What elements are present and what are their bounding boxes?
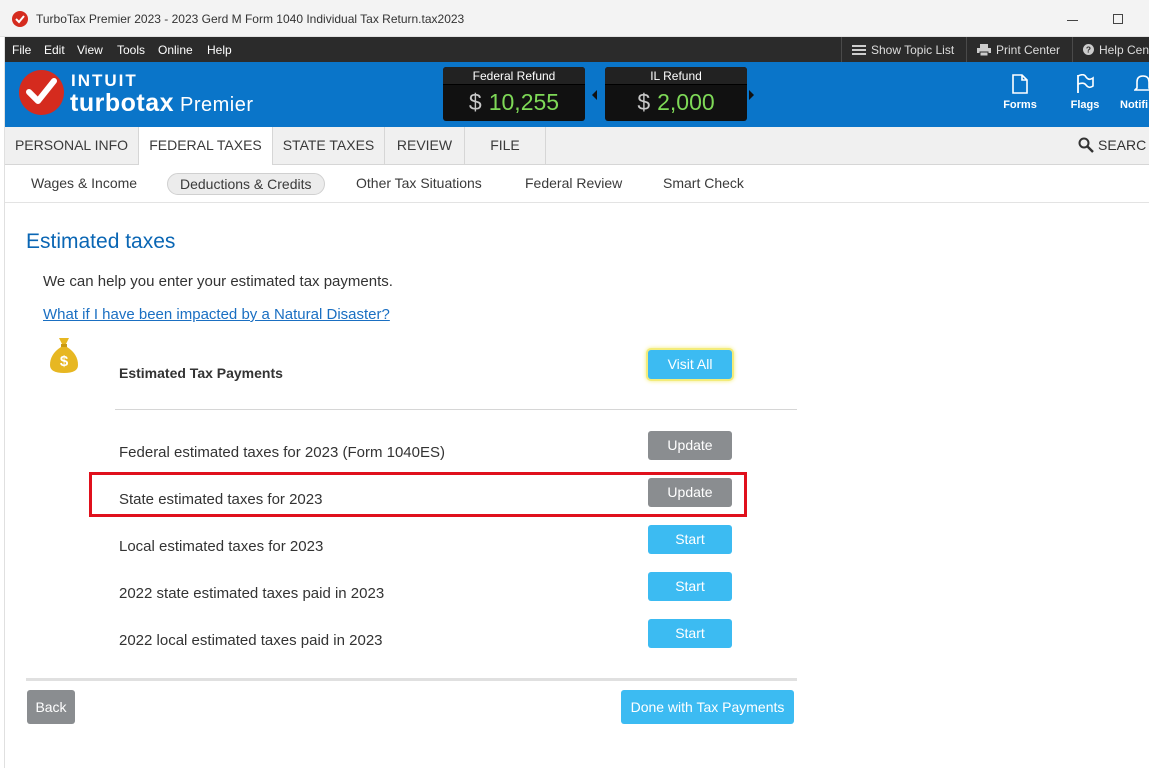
edition-label: Premier xyxy=(180,94,254,116)
subtab-deductions-credits[interactable]: Deductions & Credits xyxy=(167,173,325,195)
minimize-button[interactable] xyxy=(1066,8,1080,24)
menu-bar: File Edit View Tools Online Help Show To… xyxy=(5,37,1149,62)
federal-estimated-update-button[interactable]: Update xyxy=(648,431,732,460)
notifications-label: Notifi xyxy=(1120,99,1149,111)
tab-state-taxes[interactable]: STATE TAXES xyxy=(273,127,385,165)
help-center-button[interactable]: ? Help Cen xyxy=(1072,37,1149,62)
menu-online[interactable]: Online xyxy=(158,43,193,57)
turbotax-logo-icon xyxy=(19,70,64,115)
svg-text:?: ? xyxy=(1086,44,1091,54)
federal-estimated-label: Federal estimated taxes for 2023 (Form 1… xyxy=(119,444,445,461)
prior-local-estimated-start-button[interactable]: Start xyxy=(648,619,732,648)
state-refund-amount: $2,000 xyxy=(637,89,715,115)
printer-icon xyxy=(977,43,991,56)
subtab-federal-review[interactable]: Federal Review xyxy=(525,173,622,195)
main-tab-bar: PERSONAL INFO FEDERAL TAXES STATE TAXES … xyxy=(5,127,1149,166)
maximize-button[interactable] xyxy=(1113,14,1123,24)
federal-refund-label: Federal Refund xyxy=(443,67,585,85)
subtab-other-tax-situations[interactable]: Other Tax Situations xyxy=(356,173,482,195)
app-header: INTUIT turbotax Premier Federal Refund $1… xyxy=(5,62,1149,127)
menu-file[interactable]: File xyxy=(12,43,31,57)
help-icon: ? xyxy=(1083,44,1094,55)
footer-divider xyxy=(26,678,797,681)
intuit-brand: INTUIT xyxy=(71,71,138,90)
refund-scroll-right-icon[interactable] xyxy=(749,90,754,100)
prior-state-estimated-label: 2022 state estimated taxes paid in 2023 xyxy=(119,585,385,602)
tab-personal-info[interactable]: PERSONAL INFO xyxy=(5,127,139,165)
section-divider xyxy=(115,409,797,410)
refund-scroll-left-icon[interactable] xyxy=(592,90,597,100)
subtab-smart-check[interactable]: Smart Check xyxy=(663,173,744,195)
notifications-button[interactable]: Notifi xyxy=(1120,74,1149,111)
state-estimated-label: State estimated taxes for 2023 xyxy=(119,491,323,508)
prior-state-estimated-start-button[interactable]: Start xyxy=(648,572,732,601)
window-title: TurboTax Premier 2023 - 2023 Gerd M Form… xyxy=(36,12,465,26)
svg-text:$: $ xyxy=(60,353,69,370)
turbotax-check-icon xyxy=(12,11,28,27)
visit-all-button[interactable]: Visit All xyxy=(648,350,732,379)
window-title-bar: TurboTax Premier 2023 - 2023 Gerd M Form… xyxy=(0,0,1149,37)
natural-disaster-link[interactable]: What if I have been impacted by a Natura… xyxy=(43,306,390,323)
sub-tab-bar: Wages & Income Deductions & Credits Othe… xyxy=(5,165,1149,203)
menu-edit[interactable]: Edit xyxy=(44,43,65,57)
turbotax-wordmark: turbotax xyxy=(70,89,174,117)
search-button[interactable]: SEARC xyxy=(1078,137,1146,153)
menu-tools[interactable]: Tools xyxy=(117,43,145,57)
show-topic-list-button[interactable]: Show Topic List xyxy=(841,37,966,62)
forms-label: Forms xyxy=(1003,99,1037,111)
help-center-label: Help Cen xyxy=(1098,42,1149,57)
tab-file[interactable]: FILE xyxy=(465,127,546,165)
state-estimated-update-button[interactable]: Update xyxy=(648,478,732,507)
back-button[interactable]: Back xyxy=(27,690,75,724)
local-estimated-label: Local estimated taxes for 2023 xyxy=(119,538,324,555)
tab-review[interactable]: REVIEW xyxy=(385,127,465,165)
menu-help[interactable]: Help xyxy=(207,43,232,57)
federal-refund-amount: $10,255 xyxy=(468,89,560,115)
prior-local-estimated-label: 2022 local estimated taxes paid in 2023 xyxy=(119,632,383,649)
tab-federal-taxes[interactable]: FEDERAL TAXES xyxy=(139,127,273,166)
forms-button[interactable]: Forms xyxy=(1000,74,1040,111)
list-icon xyxy=(852,44,866,55)
flags-button[interactable]: Flags xyxy=(1065,74,1105,111)
print-center-label: Print Center xyxy=(996,42,1061,57)
search-label: SEARC xyxy=(1098,137,1147,153)
turbotax-brand: turbotax Premier xyxy=(70,89,254,118)
menu-view[interactable]: View xyxy=(77,43,103,57)
show-topic-list-label: Show Topic List xyxy=(871,42,955,57)
done-with-tax-payments-button[interactable]: Done with Tax Payments xyxy=(621,690,794,724)
flags-label: Flags xyxy=(1070,99,1100,111)
intro-text: We can help you enter your estimated tax… xyxy=(43,273,393,290)
print-center-button[interactable]: Print Center xyxy=(966,37,1072,62)
local-estimated-start-button[interactable]: Start xyxy=(648,525,732,554)
state-refund-label: IL Refund xyxy=(605,67,747,85)
page-title: Estimated taxes xyxy=(26,230,176,253)
forms-icon xyxy=(1012,74,1028,94)
bell-icon xyxy=(1134,75,1149,91)
section-title: Estimated Tax Payments xyxy=(119,365,283,381)
federal-refund-meter[interactable]: Federal Refund $10,255 xyxy=(443,67,585,121)
subtab-wages-income[interactable]: Wages & Income xyxy=(31,173,137,195)
search-icon xyxy=(1078,137,1094,153)
flag-icon xyxy=(1077,74,1094,93)
state-refund-meter[interactable]: IL Refund $2,000 xyxy=(605,67,747,121)
money-bag-icon: $ xyxy=(50,338,78,373)
